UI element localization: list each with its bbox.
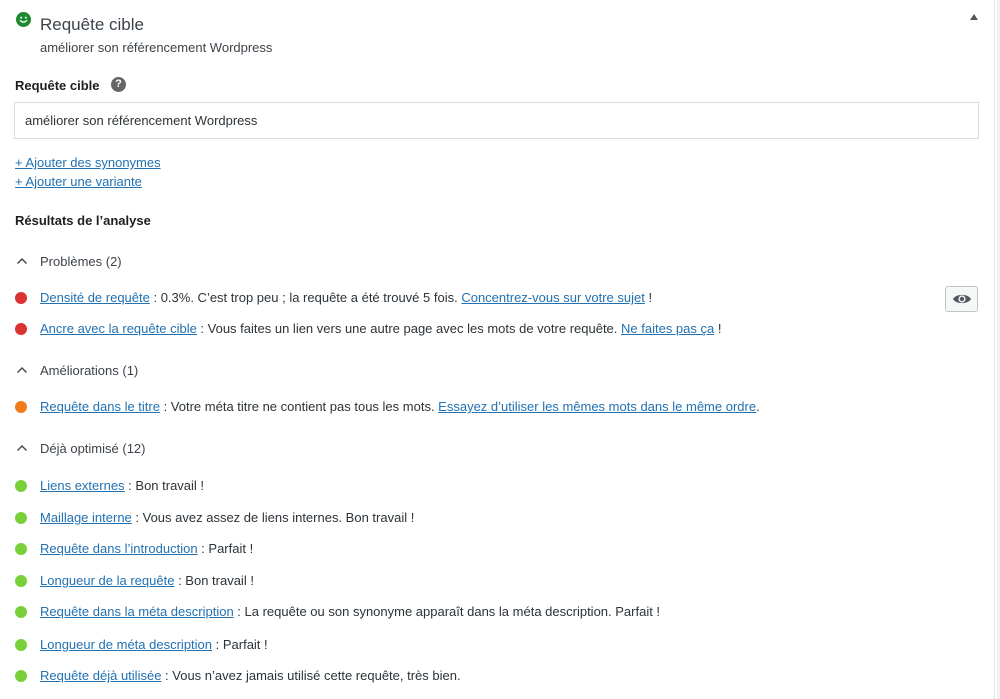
result-tail: ! [714,321,722,336]
result-text: : Parfait ! [197,541,254,556]
problems-label: Problèmes (2) [40,254,122,269]
triangle-up-icon [970,14,978,20]
result-link[interactable]: Requête dans la méta description [40,604,234,619]
result-text: : Bon travail ! [174,573,254,588]
result-text: : Votre méta titre ne contient pas tous … [159,399,439,414]
collapse-button[interactable] [967,10,981,24]
seo-metabox: Requête cible améliorer son référencemen… [0,0,995,699]
add-synonyms-link[interactable]: + Ajouter des synonymes [15,155,161,170]
result-text: : La requête ou son synonyme apparaît da… [233,604,661,619]
result-text: : Bon travail ! [124,478,205,493]
result-item: Requête déjà utilisée : Vous n’avez jama… [15,667,945,685]
status-dot [15,543,27,555]
chevron-up-icon [17,258,27,264]
metabox-subtitle: améliorer son référencement Wordpress [40,40,273,55]
smiley-icon [16,12,31,27]
focus-keyphrase-input[interactable] [14,102,979,139]
field-label: Requête cible [15,78,100,93]
result-link[interactable]: Requête dans le titre [40,399,160,414]
result-link[interactable]: Densité de requête [40,290,150,305]
result-link[interactable]: Longueur de la requête [40,573,174,588]
status-dot [15,401,27,413]
result-tail: ! [644,290,653,305]
result-item: Requête dans l’introduction : Parfait ! [15,540,945,558]
eye-icon [953,294,971,304]
status-dot [15,639,27,651]
result-item: Maillage interne : Vous avez assez de li… [15,509,945,527]
result-link[interactable]: Longueur de méta description [40,637,212,652]
result-cta-link[interactable]: Ne faites pas ça [621,321,714,336]
status-dot [15,292,27,304]
question-circle-icon[interactable]: ? [111,77,126,92]
status-dot [15,512,27,524]
result-text: : Vous avez assez de liens internes. Bon… [131,510,415,525]
result-item: Requête dans la méta description : La re… [15,603,945,621]
chevron-up-icon [17,367,27,373]
result-tail: . [756,399,760,414]
result-link[interactable]: Liens externes [40,478,125,493]
result-text: : 0.3%. C’est trop peu ; la requête a ét… [149,290,462,305]
status-dot [15,606,27,618]
result-link[interactable]: Requête déjà utilisée [40,668,161,683]
status-dot [15,575,27,587]
result-item: Longueur de la requête : Bon travail ! [15,572,945,590]
status-dot [15,480,27,492]
result-item: Requête dans le titre : Votre méta titre… [15,398,945,416]
result-item: Densité de requête : 0.3%. C’est trop pe… [15,289,945,307]
mark-button[interactable] [945,286,978,312]
result-cta-link[interactable]: Essayez d’utiliser les mêmes mots dans l… [438,399,756,414]
result-link[interactable]: Maillage interne [40,510,132,525]
result-item: Longueur de méta description : Parfait ! [15,636,945,654]
result-text: : Vous n’avez jamais utilisé cette requê… [161,668,461,683]
result-link[interactable]: Requête dans l’introduction [40,541,198,556]
status-dot [15,670,27,682]
result-text: : Parfait ! [212,637,268,652]
result-cta-link[interactable]: Concentrez-vous sur votre sujet [461,290,645,305]
metabox-title: Requête cible [40,15,144,34]
result-link[interactable]: Ancre avec la requête cible [40,321,197,336]
analysis-heading: Résultats de l’analyse [15,213,151,228]
result-item: Ancre avec la requête cible : Vous faite… [15,320,945,338]
improvements-label: Améliorations (1) [40,363,139,378]
result-item: Liens externes : Bon travail ! [15,477,945,495]
chevron-up-icon [17,445,27,451]
optimized-label: Déjà optimisé (12) [40,441,146,456]
result-text: : Vous faites un lien vers une autre pag… [196,321,622,336]
add-variant-link[interactable]: + Ajouter une variante [15,174,142,189]
status-dot [15,323,27,335]
